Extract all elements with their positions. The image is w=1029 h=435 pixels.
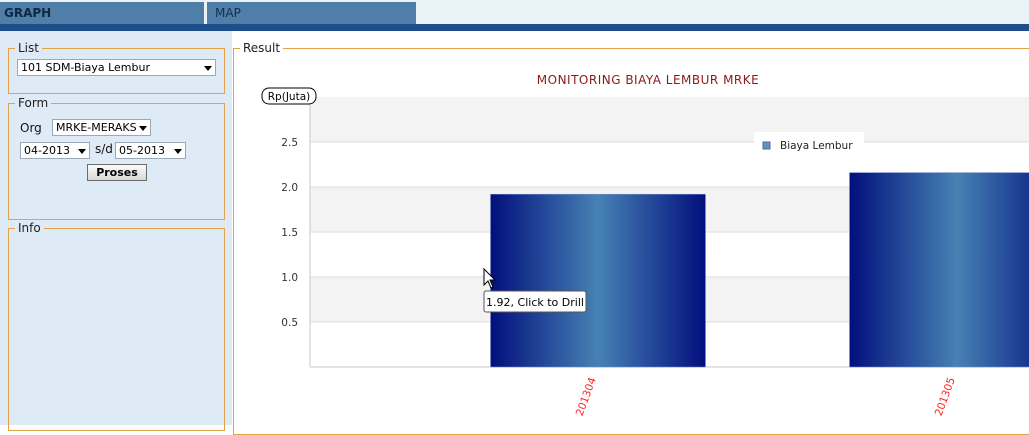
y-tick-label: 2.0 — [281, 182, 298, 194]
x-tick-label: 201304 — [574, 376, 599, 418]
period-from-value: 04-2013 — [24, 144, 70, 157]
org-select-value: MRKE-MERAKS — [56, 121, 137, 134]
info-panel: Info — [8, 221, 225, 431]
y-tick-label: 2.5 — [281, 137, 298, 149]
form-panel: Form Org MRKE-MERAKS 04-2013 s/d 05-2013… — [8, 96, 225, 220]
chevron-down-icon — [204, 66, 212, 71]
x-tick-label: 201305 — [933, 376, 958, 418]
org-label: Org — [20, 121, 42, 135]
legend: Biaya Lembur — [754, 132, 864, 154]
bar[interactable] — [850, 173, 1029, 367]
plot-band — [310, 97, 1029, 142]
y-axis-label: Rp(Juta) — [268, 91, 310, 103]
info-panel-title: Info — [15, 221, 44, 235]
result-panel-title: Result — [240, 41, 283, 55]
y-tick-label: 1.5 — [281, 227, 298, 239]
chart-title: MONITORING BIAYA LEMBUR MRKE — [537, 73, 759, 87]
period-from-select[interactable]: 04-2013 — [20, 142, 90, 159]
chevron-down-icon — [139, 126, 147, 131]
list-select-value: 101 SDM-Biaya Lembur — [21, 61, 150, 74]
list-panel-title: List — [15, 41, 42, 55]
tab-underline-bar — [0, 24, 1029, 31]
period-to-value: 05-2013 — [119, 144, 165, 157]
y-tick-label: 1.0 — [281, 272, 298, 284]
tab-graph[interactable]: GRAPH — [0, 2, 204, 24]
legend-label: Biaya Lembur — [780, 140, 853, 152]
tab-map[interactable]: MAP — [207, 2, 416, 24]
bar[interactable] — [491, 194, 706, 367]
list-panel: List 101 SDM-Biaya Lembur — [8, 41, 225, 94]
period-to-select[interactable]: 05-2013 — [115, 142, 186, 159]
legend-swatch — [763, 142, 770, 149]
chevron-down-icon — [78, 149, 86, 154]
list-select[interactable]: 101 SDM-Biaya Lembur — [17, 59, 216, 76]
y-axis-label-box: Rp(Juta) — [262, 88, 316, 104]
x-tick-labels: 201304 201305 — [574, 376, 958, 418]
org-select[interactable]: MRKE-MERAKS — [52, 119, 151, 136]
bar-tooltip: 1.92, Click to Drill — [484, 291, 586, 312]
form-panel-title: Form — [15, 96, 51, 110]
proses-button[interactable]: Proses — [87, 164, 147, 181]
tab-bar: GRAPH MAP — [0, 0, 1029, 24]
bar-chart: 0.5 1.0 1.5 2.0 2.5 201304 201305 MONITORING … — [234, 56, 1029, 425]
left-panel: List 101 SDM-Biaya Lembur Form Org MRKE-… — [0, 31, 232, 425]
y-tick-labels: 0.5 1.0 1.5 2.0 2.5 — [281, 137, 298, 329]
chevron-down-icon — [174, 149, 182, 154]
period-separator-label: s/d — [95, 142, 113, 156]
tooltip-text: 1.92, Click to Drill — [486, 296, 584, 309]
y-tick-label: 0.5 — [281, 317, 298, 329]
